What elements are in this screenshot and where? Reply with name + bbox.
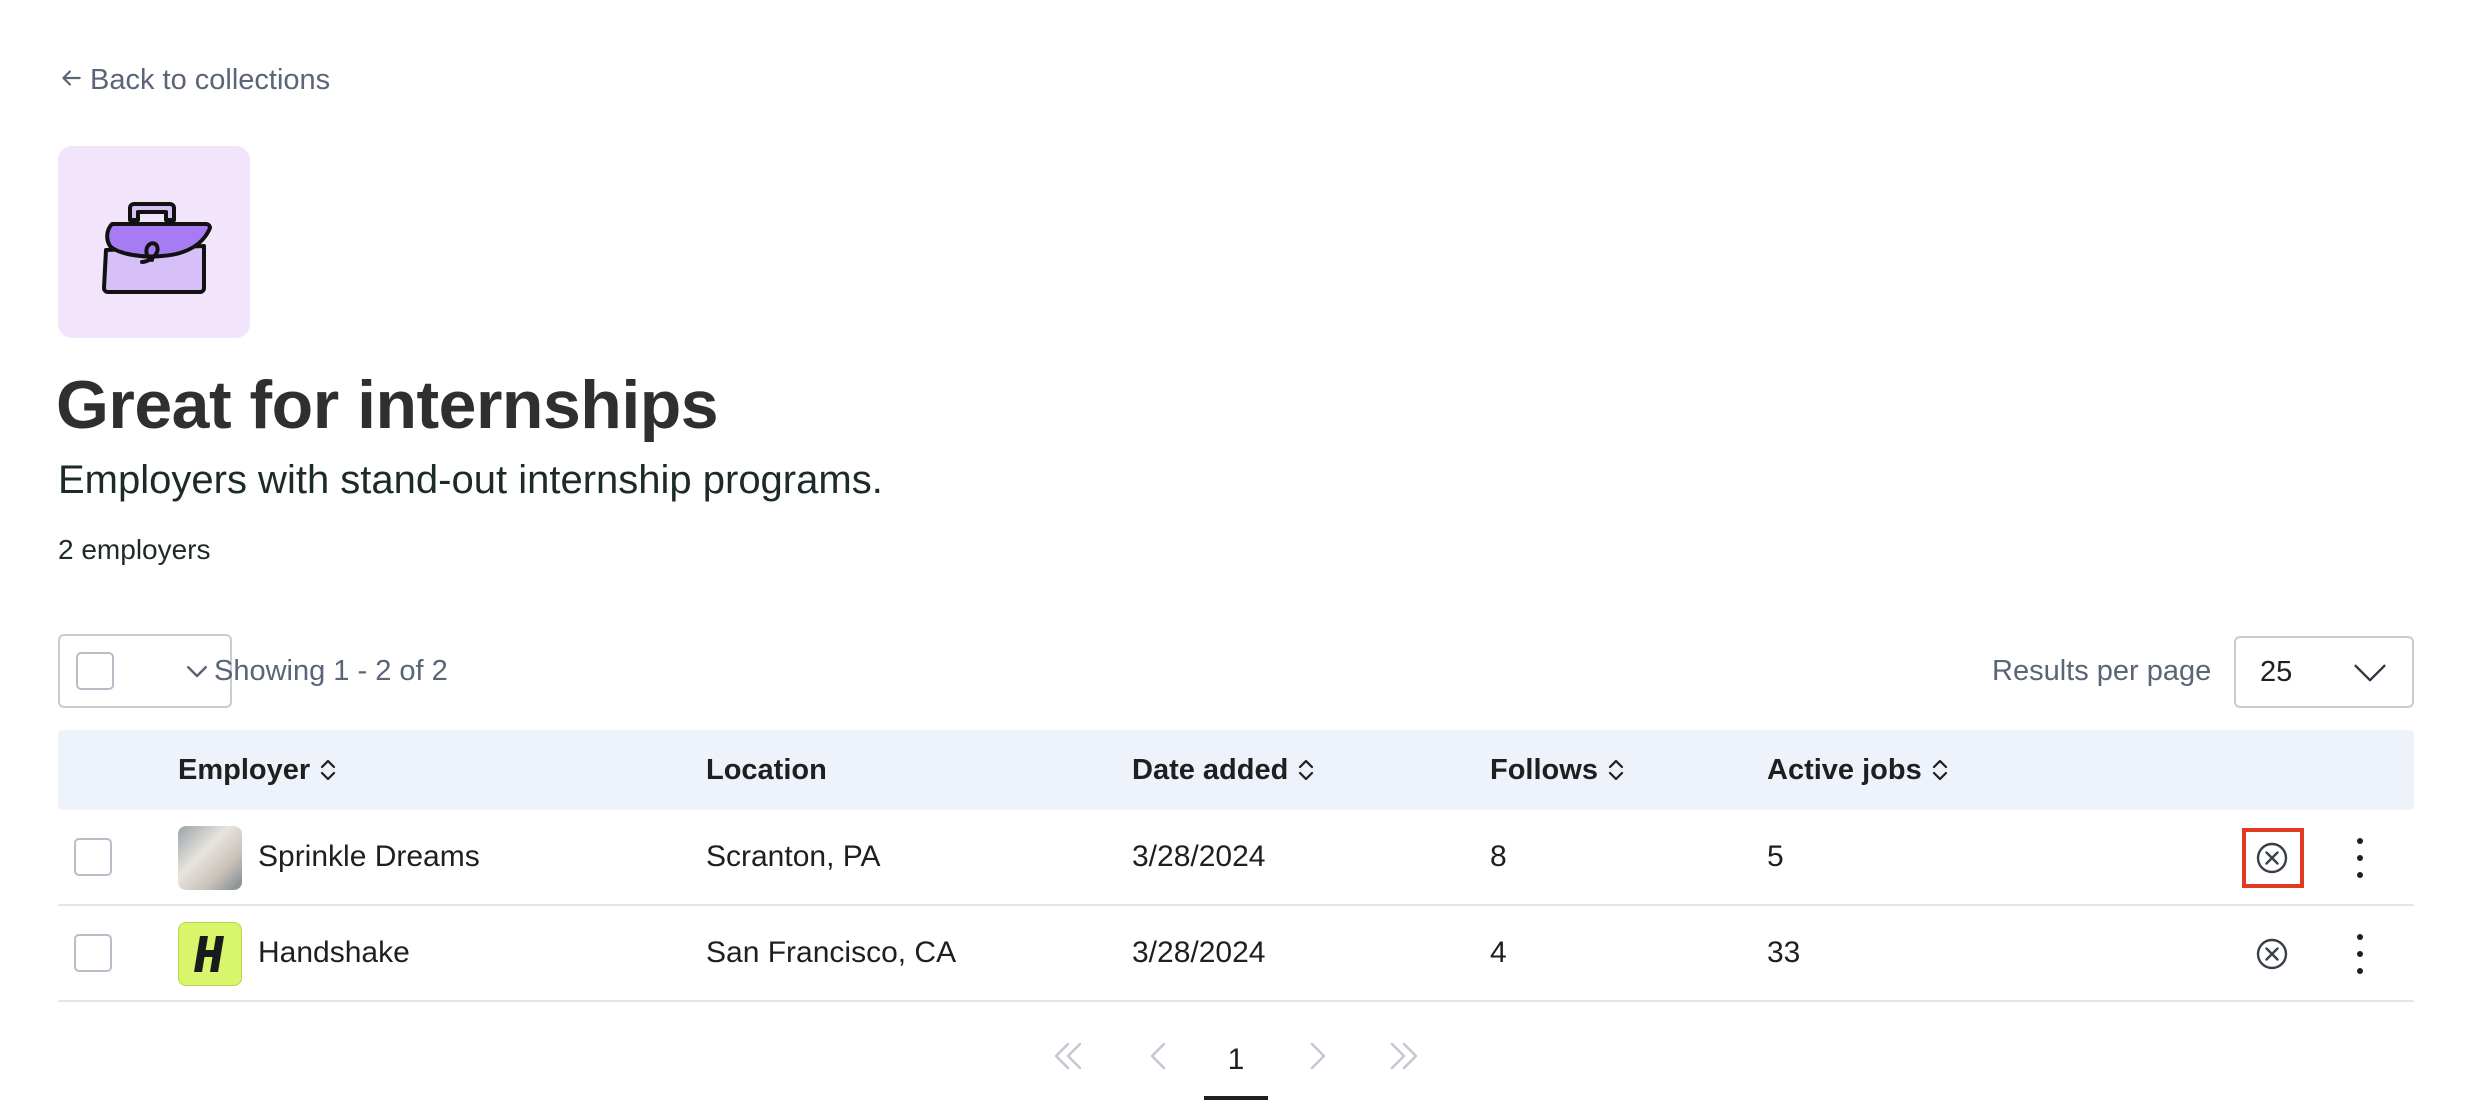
follows-count: 8: [1490, 840, 1507, 873]
table-row: Handshake San Francisco, CA 3/28/2024 4 …: [58, 906, 2414, 1002]
arrow-left-icon: [58, 65, 84, 96]
results-per-page-label: Results per page: [1992, 655, 2212, 687]
back-to-collections-link[interactable]: Back to collections: [58, 64, 330, 97]
date-added: 3/28/2024: [1132, 840, 1266, 873]
page-title: Great for internships: [56, 367, 719, 443]
employer-logo: [178, 826, 242, 890]
chevron-down-icon: [2352, 658, 2388, 696]
more-options-icon[interactable]: [2350, 838, 2370, 878]
chevron-down-icon: [182, 656, 212, 691]
collection-icon-tile: [58, 146, 250, 338]
more-options-icon[interactable]: [2350, 934, 2370, 974]
sort-icon: [1608, 759, 1624, 781]
last-page-icon[interactable]: [1384, 1036, 1424, 1076]
active-jobs-count: 33: [1767, 936, 1801, 969]
date-added: 3/28/2024: [1132, 936, 1266, 969]
row-checkbox[interactable]: [74, 838, 112, 876]
table-row: Sprinkle Dreams Scranton, PA 3/28/2024 8…: [58, 810, 2414, 906]
select-all-checkbox[interactable]: [76, 652, 114, 690]
column-header-date-added[interactable]: Date added: [1132, 730, 1316, 810]
table-header: Employer Location Date added Follows Act…: [58, 730, 2414, 810]
row-checkbox[interactable]: [74, 934, 112, 972]
column-header-location: Location: [706, 753, 827, 786]
remove-circle-icon[interactable]: [2254, 840, 2290, 876]
remove-circle-icon[interactable]: [2254, 936, 2290, 972]
bulk-select-dropdown[interactable]: [58, 634, 232, 708]
briefcase-icon: [102, 202, 212, 294]
sort-icon: [321, 759, 336, 781]
sort-icon: [1299, 759, 1314, 781]
employer-name[interactable]: Handshake: [258, 906, 410, 1000]
results-per-page-select[interactable]: 25: [2234, 636, 2414, 708]
column-header-employer[interactable]: Employer: [178, 730, 338, 810]
active-jobs-count: 5: [1767, 840, 1784, 873]
first-page-icon[interactable]: [1048, 1036, 1088, 1076]
employer-logo: [178, 922, 242, 986]
previous-page-icon[interactable]: [1138, 1036, 1178, 1076]
results-per-page-value: 25: [2260, 655, 2293, 688]
handshake-logo-icon: [194, 936, 224, 972]
employer-name[interactable]: Sprinkle Dreams: [258, 810, 480, 904]
column-header-follows[interactable]: Follows: [1490, 730, 1626, 810]
page-description: Employers with stand-out internship prog…: [58, 458, 883, 502]
sort-icon: [1932, 759, 1947, 781]
employer-count: 2 employers: [58, 534, 211, 565]
back-link-label: Back to collections: [90, 64, 331, 96]
page-number-current[interactable]: 1: [1204, 1030, 1268, 1100]
employer-location: Scranton, PA: [706, 840, 881, 873]
employer-location: San Francisco, CA: [706, 936, 957, 969]
column-header-active-jobs[interactable]: Active jobs: [1767, 730, 1950, 810]
next-page-icon[interactable]: [1298, 1036, 1338, 1076]
showing-count: Showing 1 - 2 of 2: [214, 655, 448, 687]
follows-count: 4: [1490, 936, 1507, 969]
